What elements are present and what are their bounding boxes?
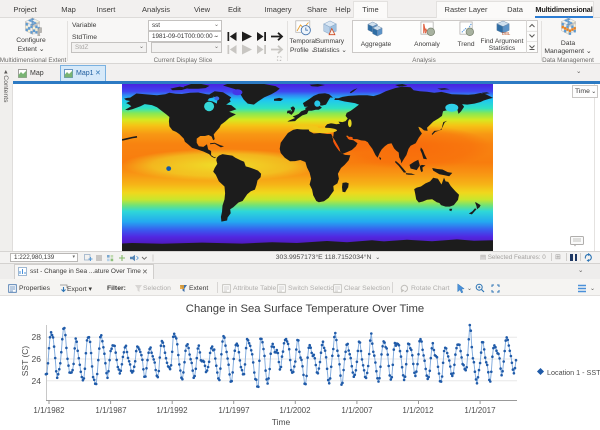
svg-text:DBL: DBL (502, 31, 511, 36)
